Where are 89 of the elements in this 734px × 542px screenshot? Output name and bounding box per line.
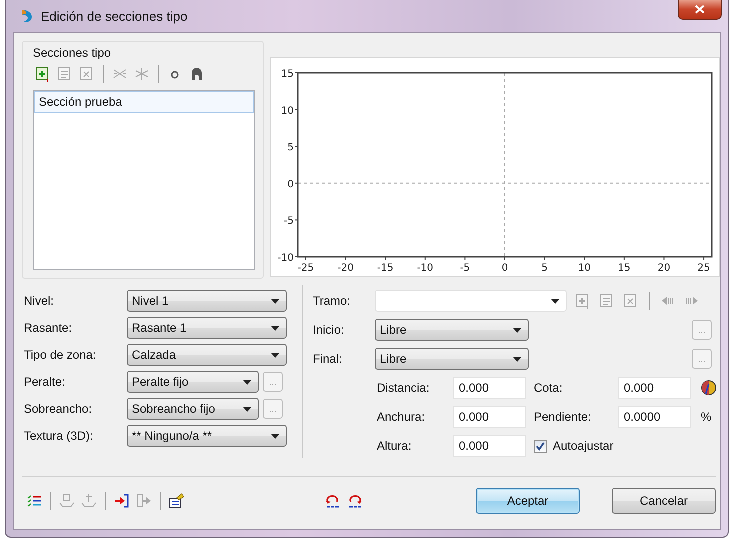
- unit-label: %: [701, 410, 712, 424]
- field-label: Altura:: [377, 439, 413, 453]
- field-label: Cota:: [533, 381, 564, 395]
- x-tick-label: -20: [338, 263, 354, 274]
- accept-button[interactable]: Aceptar: [476, 488, 580, 514]
- dropdown[interactable]: Calzada: [127, 344, 287, 366]
- x-tick-label: -5: [460, 263, 470, 274]
- x-tick-label: -20: [338, 256, 354, 274]
- input-field[interactable]: 0.0000: [618, 406, 691, 428]
- caret-icon[interactable]: [243, 406, 252, 412]
- undo-icon[interactable]: [325, 493, 341, 509]
- x-tick-label: 25: [698, 263, 710, 274]
- x-tick-label: 10: [578, 263, 591, 274]
- x-tick-label: 20: [658, 256, 671, 274]
- checkbox-label: Autoajustar: [553, 439, 614, 453]
- caret-icon[interactable]: [513, 328, 522, 332]
- dropdown[interactable]: Nivel 1: [127, 290, 287, 312]
- checklist-icon[interactable]: [26, 493, 42, 509]
- dropdown[interactable]: Sobreancho fijo: [127, 398, 259, 420]
- x-tick-label: 0: [502, 256, 508, 274]
- window-title: Edición de secciones tipo: [41, 8, 188, 24]
- x-tick-label: -10: [417, 263, 434, 274]
- x-tick-label: -15: [377, 263, 394, 274]
- y-tick-label: 15: [281, 69, 298, 80]
- field-label: Sobreancho:: [24, 402, 94, 416]
- dropdown[interactable]: Peralte fijo: [127, 371, 259, 393]
- dropdown[interactable]: Libre: [375, 348, 529, 370]
- y-tick-label: 5: [288, 142, 294, 154]
- redo-icon[interactable]: [347, 493, 363, 509]
- y-tick-label: 5: [288, 142, 298, 154]
- field-label: Pendiente:: [533, 410, 592, 424]
- field-label: Inicio:: [313, 323, 346, 337]
- input-field[interactable]: 0.000: [618, 377, 691, 399]
- y-tick-label: -5: [284, 216, 298, 228]
- x-tick-label: 5: [542, 263, 548, 274]
- y-tick-label: -5: [284, 216, 294, 228]
- group-title: Secciones tipo: [33, 46, 112, 60]
- input-field[interactable]: 0.000: [453, 406, 526, 428]
- y-tick-label: 10: [281, 106, 298, 117]
- ring-icon[interactable]: [189, 66, 205, 82]
- dropdown[interactable]: Libre: [375, 319, 529, 341]
- field-label: Anchura:: [377, 410, 426, 424]
- x-tick-label: -10: [417, 256, 434, 274]
- y-tick-label: 15: [281, 69, 294, 80]
- field-label: Nivel:: [24, 294, 56, 308]
- y-tick-label: 0: [288, 179, 298, 190]
- y-tick-label: 0: [288, 179, 294, 190]
- y-tick-label: 10: [281, 106, 294, 117]
- dropdown[interactable]: ** Ninguno/a **: [127, 425, 287, 447]
- x-tick-label: -25: [298, 256, 314, 274]
- caret-icon[interactable]: [271, 434, 280, 438]
- x-tick-label: 10: [578, 256, 591, 274]
- field-label: Rasante:: [24, 321, 74, 335]
- caret-icon[interactable]: [271, 326, 280, 330]
- caret-icon[interactable]: [271, 352, 280, 358]
- checkbox[interactable]: [534, 440, 547, 452]
- add-document-icon[interactable]: [35, 66, 51, 82]
- input-field[interactable]: 0.000: [453, 435, 526, 457]
- enter-arrow-icon[interactable]: [114, 493, 130, 509]
- close-button[interactable]: [678, 0, 722, 20]
- x-tick-label: 20: [658, 263, 671, 274]
- field-label: Tramo:: [313, 294, 352, 308]
- field-label: Tipo de zona:: [24, 348, 98, 362]
- list-item[interactable]: Sección prueba: [34, 91, 254, 113]
- close-icon[interactable]: [695, 5, 705, 14]
- x-tick-label: -15: [377, 256, 394, 274]
- caret-icon[interactable]: [513, 356, 522, 362]
- caret-icon[interactable]: [271, 298, 280, 304]
- y-tick-label: -10: [278, 253, 294, 264]
- field-label: Final:: [313, 352, 344, 366]
- x-tick-label: 15: [618, 263, 631, 274]
- x-tick-label: 15: [618, 256, 631, 274]
- x-tick-label: 5: [542, 256, 548, 274]
- y-tick-label: -10: [278, 253, 298, 264]
- properties-icon[interactable]: [169, 493, 185, 509]
- app-icon: [19, 8, 35, 24]
- field-label: Textura (3D):: [24, 429, 94, 443]
- field-label: Distancia:: [377, 381, 431, 395]
- caret-icon[interactable]: [551, 298, 560, 304]
- input-field[interactable]: 0.000: [453, 377, 526, 399]
- x-tick-label: -25: [298, 263, 314, 274]
- field-label: Peralte:: [24, 375, 66, 389]
- x-tick-label: 0: [502, 263, 508, 274]
- dropdown[interactable]: Rasante 1: [127, 317, 287, 339]
- x-tick-label: 25: [698, 256, 710, 274]
- caret-icon[interactable]: [243, 380, 252, 384]
- cancel-button[interactable]: Cancelar: [612, 488, 716, 514]
- color-wheel-icon[interactable]: [701, 380, 717, 396]
- x-tick-label: -5: [460, 256, 470, 274]
